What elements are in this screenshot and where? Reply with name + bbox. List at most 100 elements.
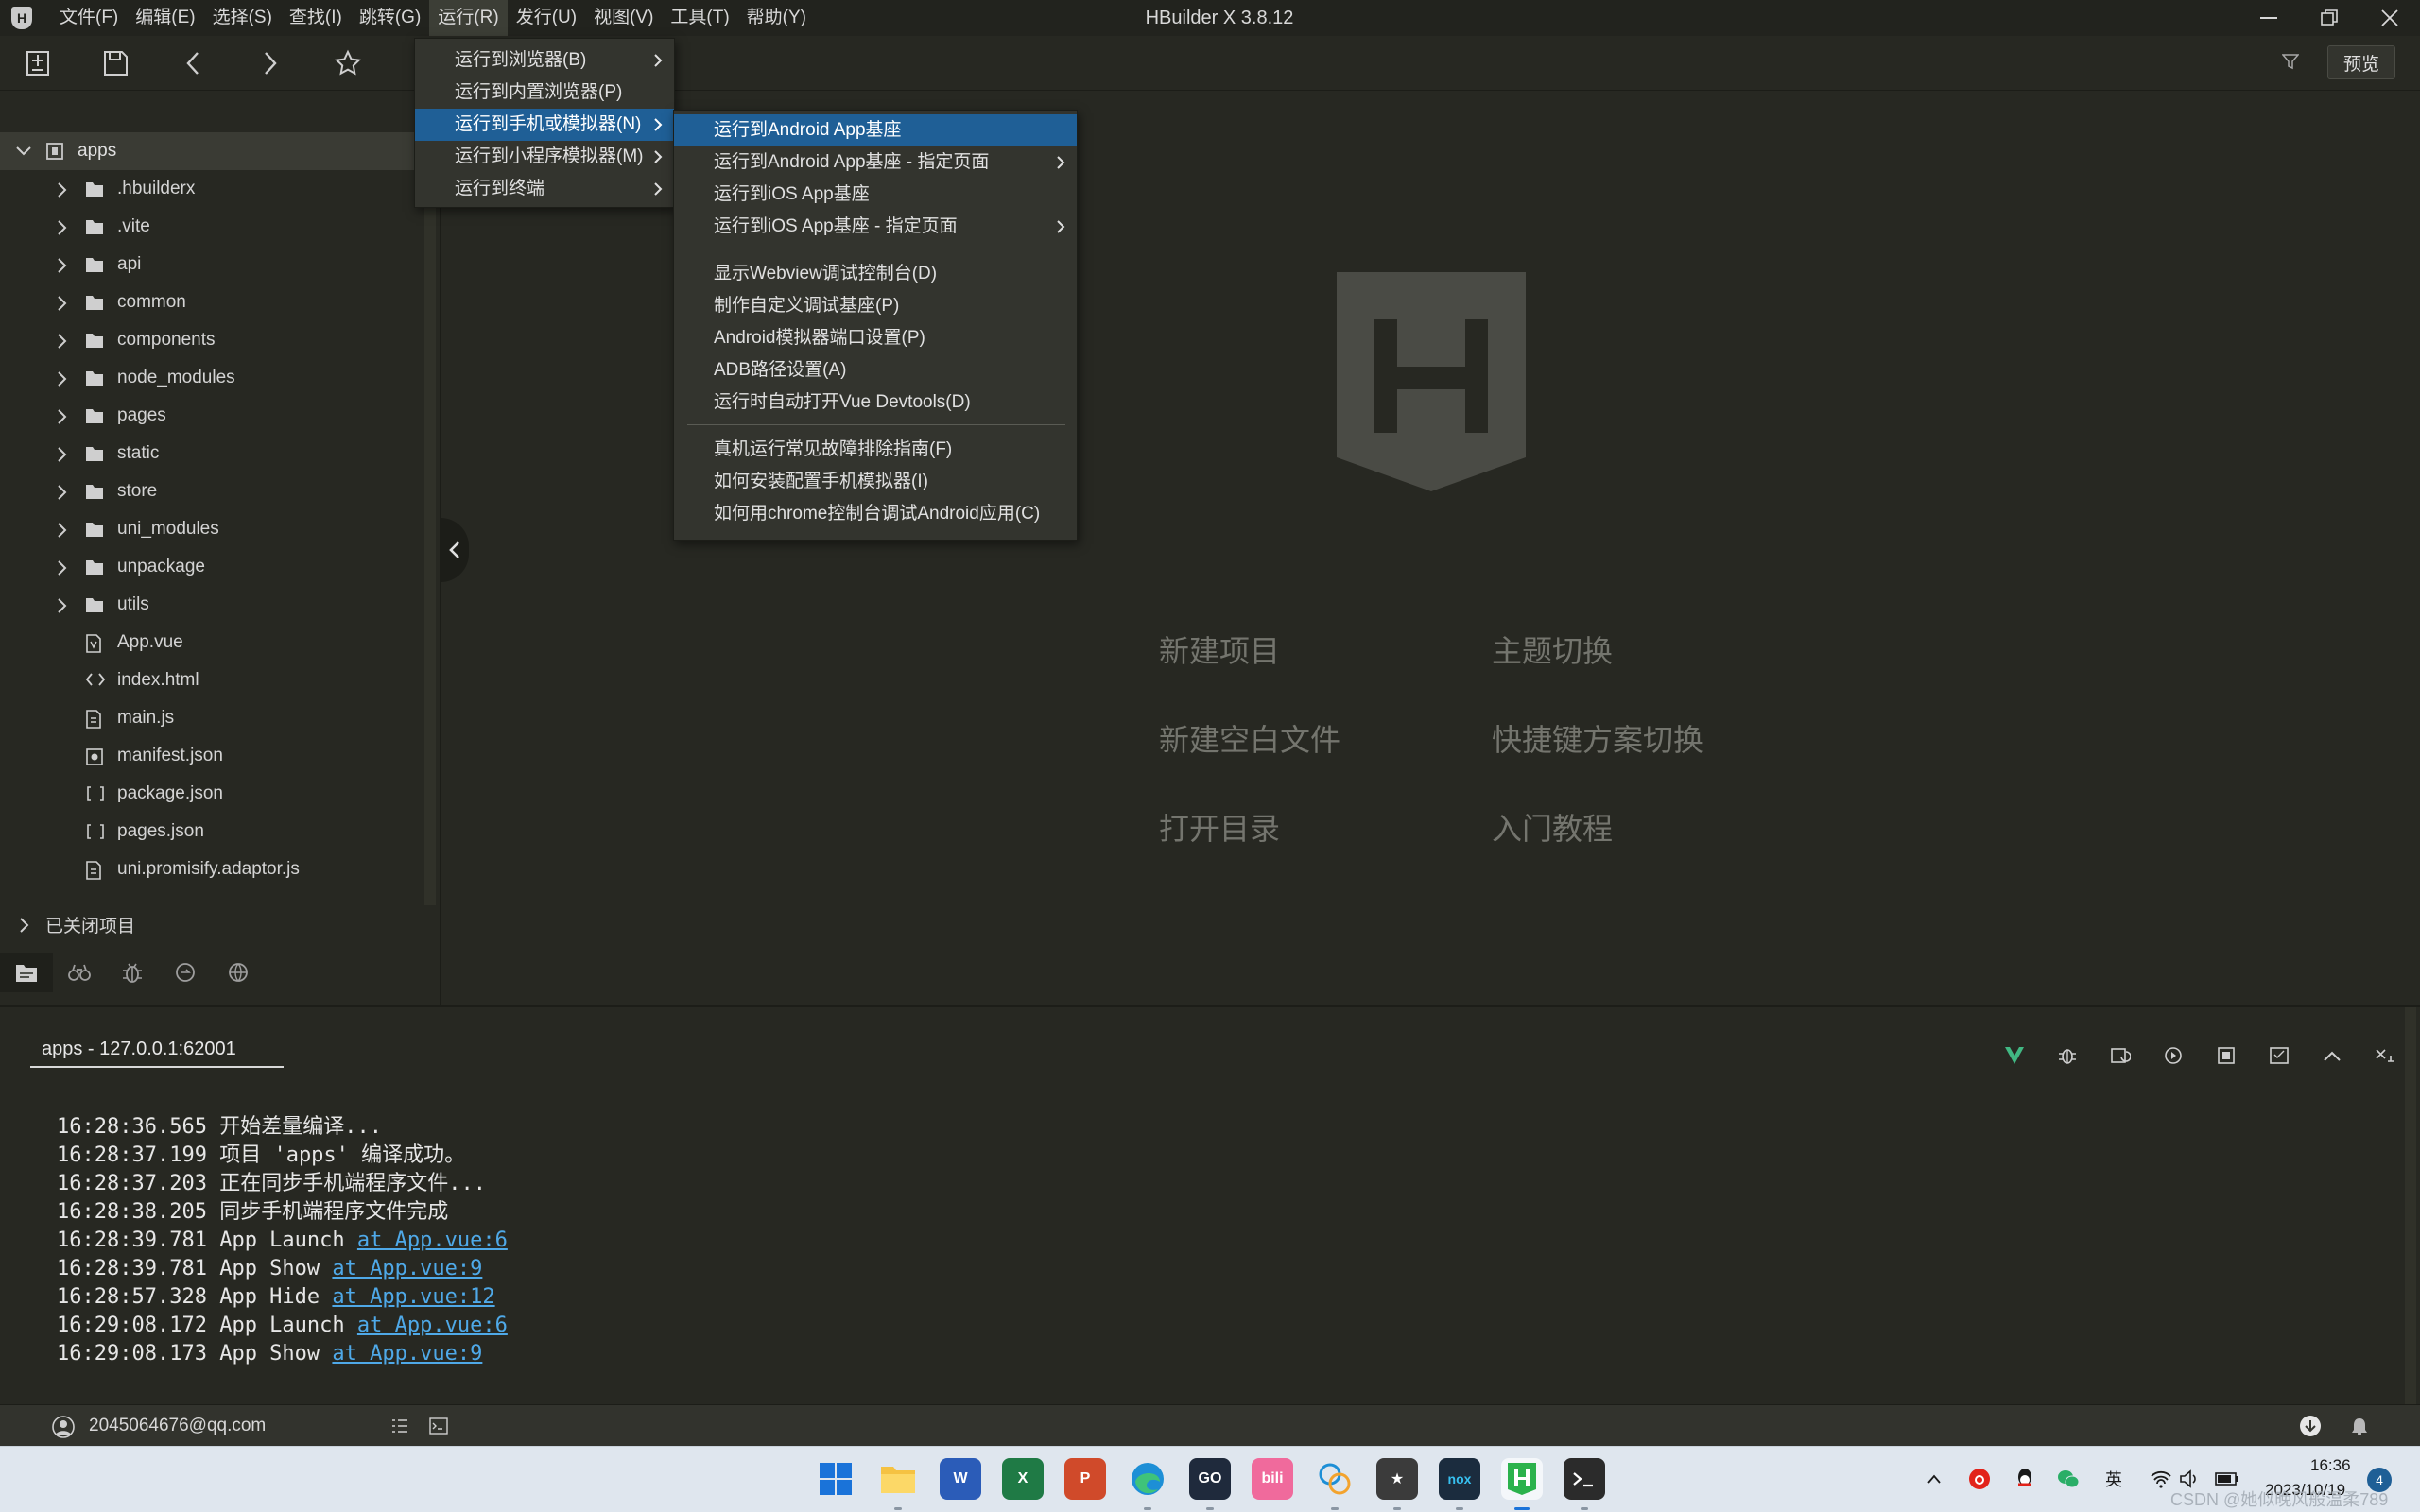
tree-folder[interactable]: pages <box>0 397 425 435</box>
reload-button[interactable] <box>2106 1041 2135 1070</box>
new-project-link[interactable]: 新建项目 <box>1159 627 1280 671</box>
chevron-right-icon[interactable] <box>57 408 68 431</box>
vue-devtools-button[interactable] <box>2000 1041 2029 1070</box>
tree-file[interactable]: index.html <box>0 662 425 699</box>
maximize-console-button[interactable] <box>2318 1041 2346 1070</box>
chrome-debug-guide[interactable]: 如何用chrome控制台调试Android应用(C) <box>674 498 1077 530</box>
menu-file[interactable]: 文件(F) <box>51 0 127 36</box>
chevron-right-icon[interactable] <box>57 559 68 582</box>
menu-tools[interactable]: 工具(T) <box>662 0 737 36</box>
run-android-base-page[interactable]: 运行到Android App基座 - 指定页面 <box>674 146 1077 179</box>
source-link[interactable]: at App.vue:6 <box>357 1228 508 1252</box>
tree-folder[interactable]: components <box>0 321 425 359</box>
chevron-right-icon[interactable] <box>57 370 68 393</box>
run-to-terminal[interactable]: 运行到终端 <box>415 173 674 205</box>
game-app[interactable]: ★ <box>1376 1458 1418 1500</box>
source-link[interactable]: at App.vue:9 <box>332 1342 482 1366</box>
getting-started-link[interactable]: 入门教程 <box>1492 805 1613 849</box>
tree-folder[interactable]: node_modules <box>0 359 425 397</box>
theme-switch-link[interactable]: 主题切换 <box>1492 627 1613 671</box>
hbuilder-logo-icon[interactable]: H <box>11 7 32 29</box>
open-directory-link[interactable]: 打开目录 <box>1159 805 1280 849</box>
make-custom-base[interactable]: 制作自定义调试基座(P) <box>674 290 1077 322</box>
close-button[interactable] <box>2361 0 2418 36</box>
forward-button[interactable] <box>251 45 289 81</box>
clock-time[interactable]: 16:36 <box>2310 1456 2351 1475</box>
tree-file[interactable]: uni.promisify.adaptor.js <box>0 850 425 888</box>
filter-button[interactable] <box>2281 53 2300 76</box>
nox-app[interactable]: nox <box>1439 1458 1480 1500</box>
tree-folder[interactable]: .vite <box>0 208 425 246</box>
minimize-button[interactable] <box>2240 0 2297 36</box>
download-icon[interactable] <box>2299 1415 2322 1437</box>
save-button[interactable] <box>96 45 134 81</box>
menu-view[interactable]: 视图(V) <box>585 0 662 36</box>
menu-publish[interactable]: 发行(U) <box>508 0 585 36</box>
back-button[interactable] <box>174 45 212 81</box>
tab-plugins[interactable] <box>212 953 265 992</box>
user-avatar-icon[interactable] <box>51 1415 76 1439</box>
tree-folder[interactable]: unpackage <box>0 548 425 586</box>
new-blank-file-link[interactable]: 新建空白文件 <box>1159 716 1340 760</box>
excel-app[interactable]: X <box>1002 1458 1044 1500</box>
chevron-right-icon[interactable] <box>57 181 68 204</box>
chevron-right-icon[interactable] <box>57 333 68 355</box>
run-to-miniprogram-simulator[interactable]: 运行到小程序模拟器(M) <box>415 141 674 173</box>
chevron-right-icon[interactable] <box>57 522 68 544</box>
photos-app[interactable] <box>1314 1458 1356 1500</box>
file-explorer-app[interactable] <box>877 1458 919 1500</box>
tree-file[interactable]: App.vue <box>0 624 425 662</box>
closed-projects-row[interactable]: 已关闭项目 <box>0 905 425 943</box>
clear-console-button[interactable] <box>2265 1041 2293 1070</box>
terminal-app[interactable] <box>1564 1458 1605 1500</box>
sidebar-collapse-button[interactable] <box>441 518 469 582</box>
auto-open-vue-devtools[interactable]: 运行时自动打开Vue Devtools(D) <box>674 387 1077 419</box>
tree-folder[interactable]: static <box>0 435 425 472</box>
tree-folder[interactable]: .hbuilderx <box>0 170 425 208</box>
tab-search[interactable] <box>53 953 106 992</box>
tray-overflow-button[interactable] <box>1921 1466 1947 1492</box>
restart-button[interactable] <box>2159 1041 2187 1070</box>
goland-app[interactable]: GO <box>1189 1458 1231 1500</box>
notification-badge[interactable]: 4 <box>2367 1468 2392 1492</box>
tab-project-manager[interactable] <box>0 953 53 992</box>
menu-select[interactable]: 选择(S) <box>204 0 281 36</box>
tree-folder[interactable]: store <box>0 472 425 510</box>
stop-button[interactable] <box>2212 1041 2240 1070</box>
source-link[interactable]: at App.vue:9 <box>332 1257 482 1280</box>
word-app[interactable]: W <box>940 1458 981 1500</box>
new-file-button[interactable] <box>19 45 57 81</box>
sidebar-scrollbar[interactable] <box>424 130 436 905</box>
terminal-icon[interactable] <box>429 1418 448 1435</box>
chevron-right-icon[interactable] <box>57 446 68 469</box>
chevron-right-icon[interactable] <box>57 219 68 242</box>
menu-find[interactable]: 查找(I) <box>281 0 351 36</box>
console-tab[interactable]: apps - 127.0.0.1:62001 <box>30 1030 284 1068</box>
run-to-browser[interactable]: 运行到浏览器(B) <box>415 44 674 77</box>
tree-folder[interactable]: utils <box>0 586 425 624</box>
chevron-right-icon[interactable] <box>57 257 68 280</box>
tray-netease[interactable] <box>1966 1466 1993 1492</box>
menu-run[interactable]: 运行(R) <box>429 0 508 36</box>
start-button[interactable] <box>815 1458 856 1500</box>
tree-file[interactable]: main.js <box>0 699 425 737</box>
user-email[interactable]: 2045064676@qq.com <box>89 1405 266 1447</box>
project-root[interactable]: apps <box>0 132 425 170</box>
edge-app[interactable] <box>1127 1458 1168 1500</box>
chevron-right-icon[interactable] <box>57 295 68 318</box>
chevron-right-icon[interactable] <box>57 484 68 507</box>
bell-icon[interactable] <box>2350 1417 2369 1435</box>
source-link[interactable]: at App.vue:6 <box>357 1314 508 1337</box>
debug-button[interactable] <box>2053 1041 2082 1070</box>
bilibili-app[interactable]: bili <box>1252 1458 1293 1500</box>
source-link[interactable]: at App.vue:12 <box>332 1285 494 1309</box>
run-ios-base[interactable]: 运行到iOS App基座 <box>674 179 1077 211</box>
tree-folder[interactable]: api <box>0 246 425 284</box>
run-ios-base-page[interactable]: 运行到iOS App基座 - 指定页面 <box>674 211 1077 243</box>
keymap-switch-link[interactable]: 快捷键方案切换 <box>1492 716 1703 760</box>
tab-debug[interactable] <box>106 953 159 992</box>
chevron-right-icon[interactable] <box>57 597 68 620</box>
show-webview-console[interactable]: 显示Webview调试控制台(D) <box>674 258 1077 290</box>
menu-edit[interactable]: 编辑(E) <box>127 0 203 36</box>
android-emulator-port-settings[interactable]: Android模拟器端口设置(P) <box>674 322 1077 354</box>
